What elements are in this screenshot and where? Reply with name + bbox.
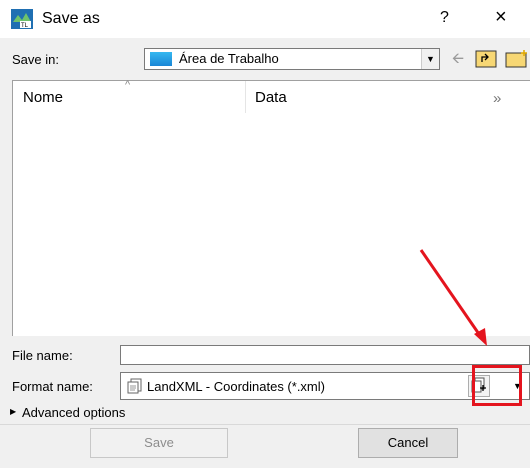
expand-arrow-icon[interactable]: ▶ [10,407,16,416]
highlight-box [472,365,522,406]
save-button[interactable]: Save [90,428,228,458]
annotation-arrow [419,249,487,346]
cancel-button[interactable]: Cancel [358,428,458,458]
advanced-options-toggle[interactable]: Advanced options [22,405,125,420]
divider [0,424,530,425]
